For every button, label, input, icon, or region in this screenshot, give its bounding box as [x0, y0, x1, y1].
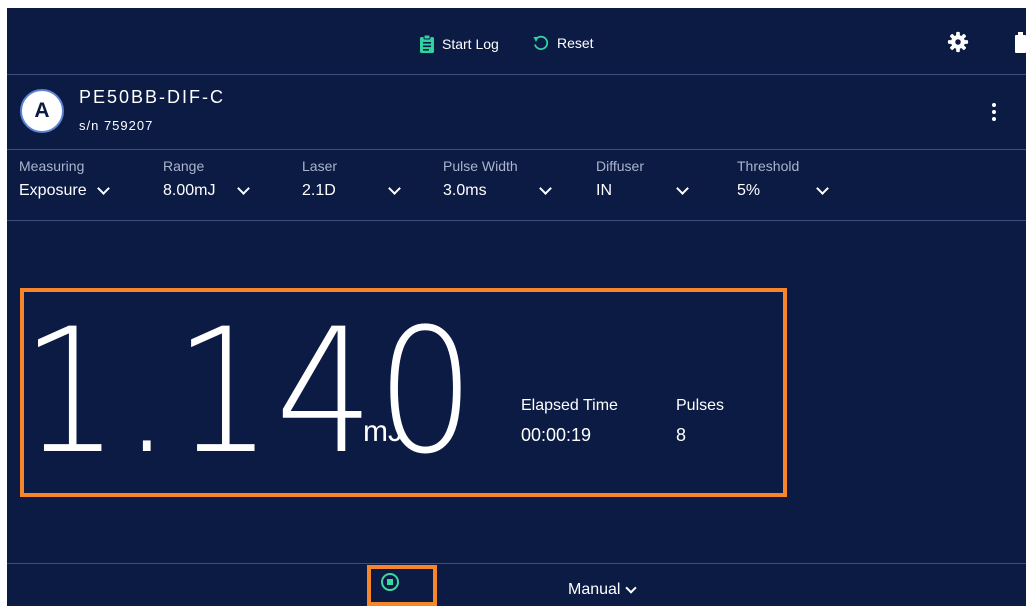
setting-pulse-width: Pulse Width 3.0ms: [443, 158, 552, 200]
setting-laser: Laser 2.1D: [302, 158, 401, 200]
chevron-down-icon: [538, 182, 552, 195]
reset-button[interactable]: Reset: [532, 34, 594, 52]
setting-value: 5%: [737, 182, 761, 199]
setting-label: Diffuser: [596, 158, 644, 174]
measurement-value: 1.140: [21, 291, 478, 492]
setting-value: IN: [596, 182, 612, 199]
settings-row: Measuring Exposure Range 8.00mJ Laser 2.…: [7, 150, 1026, 221]
measuring-dropdown[interactable]: Exposure: [19, 182, 110, 200]
setting-threshold: Threshold 5%: [737, 158, 829, 200]
chevron-down-icon: [237, 182, 251, 195]
app-window: Start Log Reset A PE50BB-DIF-C s/n 75920…: [7, 8, 1026, 606]
stop-icon[interactable]: [381, 573, 399, 591]
chevron-down-icon: [625, 582, 638, 594]
setting-label: Pulse Width: [443, 158, 518, 174]
stop-highlight-frame: [367, 565, 437, 606]
setting-value: Exposure: [19, 182, 87, 199]
mode-label: Manual: [568, 581, 621, 598]
device-header: A PE50BB-DIF-C s/n 759207: [7, 75, 1026, 150]
bottom-bar: [7, 563, 1026, 606]
chevron-down-icon: [96, 182, 110, 195]
channel-badge[interactable]: A: [20, 89, 64, 133]
device-model: PE50BB-DIF-C: [79, 87, 226, 107]
gear-icon[interactable]: [947, 31, 969, 53]
setting-value: 2.1D: [302, 182, 336, 199]
mode-dropdown[interactable]: Manual: [568, 581, 638, 599]
start-log-button[interactable]: Start Log: [419, 34, 499, 54]
measurement-unit: mJ: [363, 415, 403, 448]
reset-label: Reset: [557, 35, 594, 51]
more-options-icon[interactable]: [987, 103, 1001, 125]
start-log-label: Start Log: [442, 36, 499, 52]
elapsed-time-value: 00:00:19: [521, 425, 592, 445]
pulses-label: Pulses: [676, 397, 725, 414]
range-dropdown[interactable]: 8.00mJ: [163, 182, 251, 200]
setting-diffuser: Diffuser IN: [596, 158, 689, 200]
elapsed-time-label: Elapsed Time: [521, 397, 618, 414]
setting-label: Laser: [302, 158, 338, 174]
setting-value: 3.0ms: [443, 182, 487, 199]
clipboard-icon: [420, 34, 434, 53]
chevron-down-icon: [387, 182, 401, 195]
battery-icon: [1015, 32, 1026, 53]
pulse-width-dropdown[interactable]: 3.0ms: [443, 182, 552, 200]
chevron-down-icon: [676, 182, 689, 195]
threshold-dropdown[interactable]: 5%: [737, 182, 829, 200]
chevron-down-icon: [816, 182, 829, 195]
setting-value: 8.00mJ: [163, 182, 216, 199]
diffuser-dropdown[interactable]: IN: [596, 182, 689, 200]
setting-label: Threshold: [737, 158, 800, 174]
pulses-value: 8: [676, 425, 687, 445]
device-serial: s/n 759207: [79, 118, 154, 133]
reset-icon: [533, 35, 549, 50]
setting-label: Range: [163, 158, 205, 174]
setting-measuring: Measuring Exposure: [19, 158, 110, 200]
laser-dropdown[interactable]: 2.1D: [302, 182, 401, 200]
top-toolbar: Start Log Reset: [7, 8, 1026, 75]
setting-label: Measuring: [19, 158, 85, 174]
setting-range: Range 8.00mJ: [163, 158, 251, 200]
